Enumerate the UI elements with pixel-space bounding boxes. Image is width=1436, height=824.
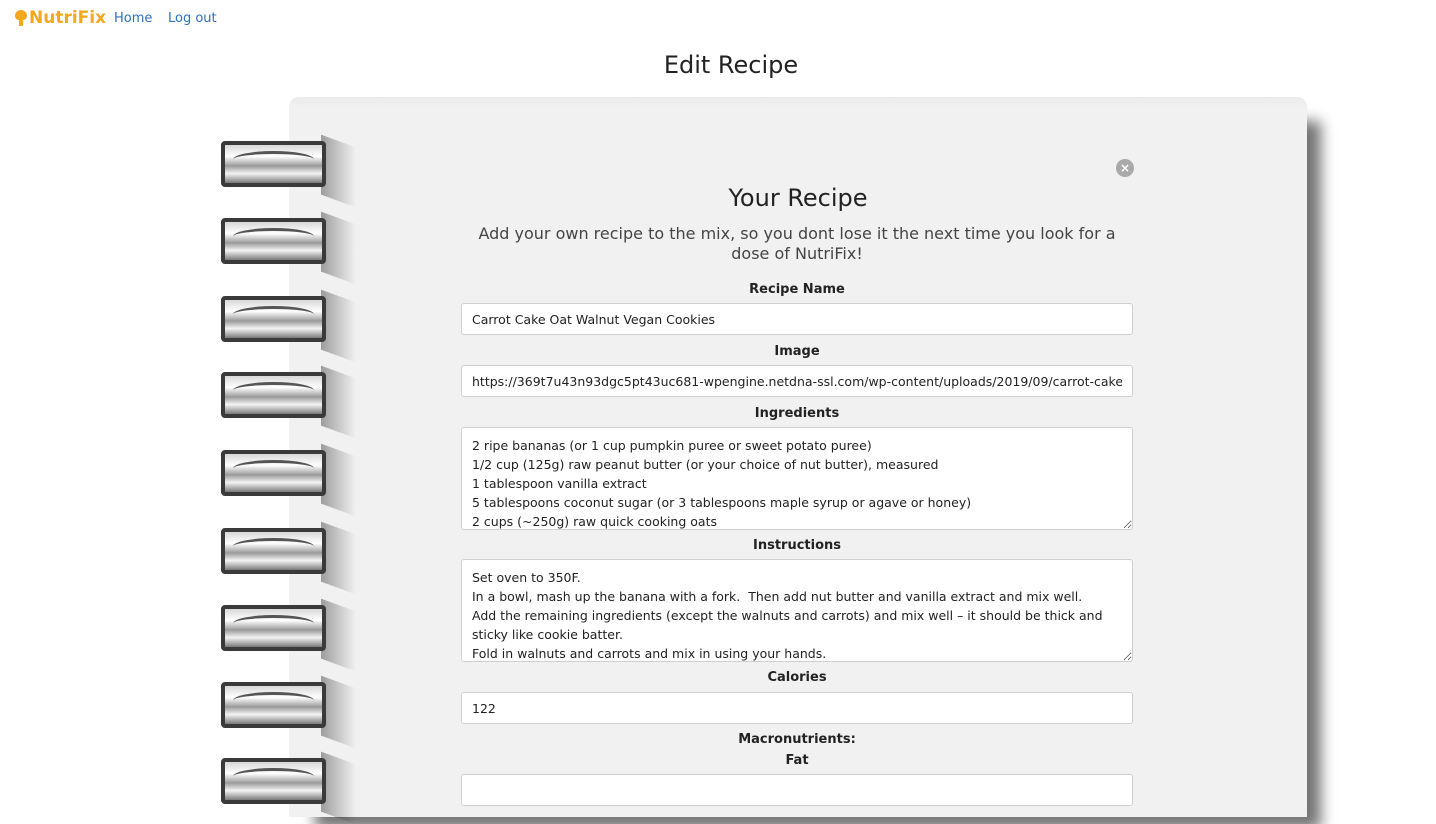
navbar: NutriFix Home Log out: [0, 0, 1436, 40]
notebook-edge: [289, 97, 1307, 107]
fat-label: Fat: [785, 753, 809, 768]
nav-logout-link[interactable]: Log out: [168, 11, 217, 26]
macronutrients-heading: Macronutrients:: [738, 732, 856, 747]
form-title: Your Recipe: [728, 184, 868, 212]
calories-label: Calories: [767, 670, 827, 685]
calories-input[interactable]: [461, 692, 1133, 724]
spiral-ring-icon: [221, 211, 356, 285]
ingredients-label: Ingredients: [754, 406, 840, 421]
spiral-ring-icon: [221, 289, 356, 363]
recipe-name-input[interactable]: [461, 303, 1133, 335]
spiral-ring-icon: [221, 521, 356, 595]
page-title: Edit Recipe: [663, 51, 799, 79]
chef-hat-icon: [14, 9, 28, 27]
fat-input[interactable]: [461, 774, 1133, 806]
form-subtitle: Add your own recipe to the mix, so you d…: [478, 224, 1116, 263]
image-label: Image: [774, 344, 820, 359]
spiral-ring-icon: [221, 365, 356, 439]
spiral-ring-icon: [221, 443, 356, 517]
spiral-ring-icon: [221, 675, 356, 749]
nav-home-link[interactable]: Home: [114, 11, 152, 26]
spiral-ring-icon: [221, 751, 356, 824]
spiral-ring-icon: [221, 598, 356, 672]
brand-logo[interactable]: NutriFix: [14, 8, 106, 28]
close-icon[interactable]: ×: [1116, 159, 1134, 177]
image-url-input[interactable]: [461, 365, 1133, 397]
brand-name: NutriFix: [29, 8, 107, 28]
ingredients-textarea[interactable]: 2 ripe bananas (or 1 cup pumpkin puree o…: [461, 427, 1133, 530]
recipe-name-label: Recipe Name: [749, 282, 845, 297]
instructions-textarea[interactable]: Set oven to 350F. In a bowl, mash up the…: [461, 559, 1133, 662]
instructions-label: Instructions: [752, 538, 841, 553]
